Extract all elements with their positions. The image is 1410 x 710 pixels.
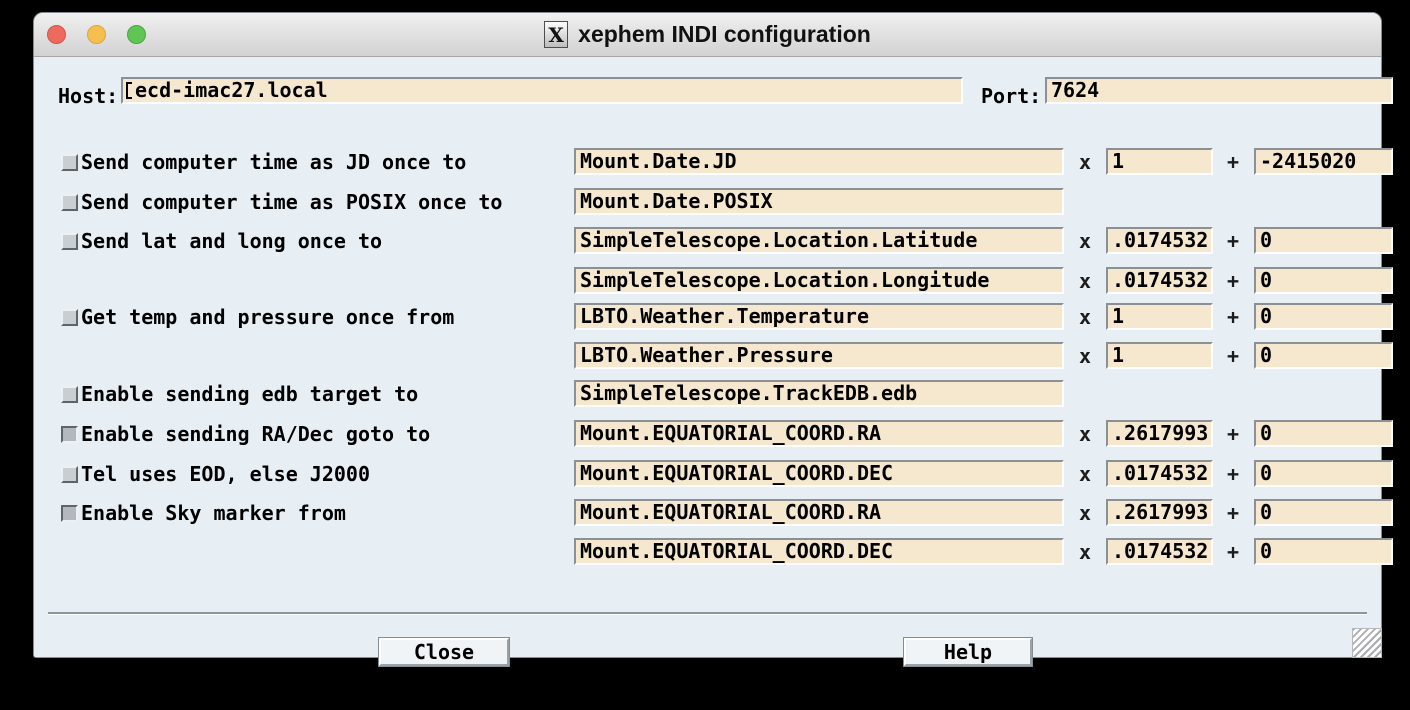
config-row-goto-dec: Tel uses EOD, else J2000 Mount.EQUATORIA… [34,460,1381,487]
row-label: Enable sending edb target to [81,380,418,409]
title-bar[interactable]: X xephem INDI configuration [34,13,1381,57]
indi-property-field[interactable]: SimpleTelescope.Location.Latitude [574,227,1064,254]
close-window-button[interactable] [47,25,66,44]
plus-label: + [1220,267,1246,296]
row-label: Enable sending RA/Dec goto to [81,420,430,449]
indi-property-field[interactable]: LBTO.Weather.Pressure [574,342,1064,369]
separator [48,612,1367,615]
row-label: Send lat and long once to [81,227,382,256]
plus-label: + [1220,420,1246,449]
scale-field[interactable]: .0174532 [1106,267,1213,294]
row-label: Enable Sky marker from [81,499,346,528]
indi-property-field[interactable]: LBTO.Weather.Temperature [574,303,1064,330]
x-logo-icon: X [544,21,568,48]
get-temp-pressure-checkbox[interactable] [61,309,78,326]
offset-field[interactable]: -2415020 [1254,148,1393,175]
offset-field[interactable]: 0 [1254,499,1393,526]
config-row-jd: Send computer time as JD once to Mount.D… [34,148,1381,175]
multiply-label: x [1072,460,1098,489]
offset-field[interactable]: 0 [1254,342,1393,369]
row-label: Get temp and pressure once from [81,303,454,332]
plus-label: + [1220,460,1246,489]
send-jd-checkbox[interactable] [61,154,78,171]
scale-field[interactable]: .2617993 [1106,420,1213,447]
config-row-temperature: Get temp and pressure once from LBTO.Wea… [34,303,1381,330]
row-label: Send computer time as POSIX once to [81,188,502,217]
indi-property-field[interactable]: SimpleTelescope.TrackEDB.edb [574,380,1064,407]
host-value: ecd-imac27.local [135,78,328,102]
sky-marker-checkbox[interactable] [61,505,78,522]
scale-field[interactable]: .0174532 [1106,227,1213,254]
window-title: xephem INDI configuration [578,21,871,48]
config-row-latitude: Send lat and long once to SimpleTelescop… [34,227,1381,254]
offset-field[interactable]: 0 [1254,538,1393,565]
port-label: Port: [981,83,1041,110]
plus-label: + [1220,148,1246,177]
port-input[interactable]: 7624 [1045,77,1393,104]
indi-property-field[interactable]: Mount.Date.POSIX [574,188,1064,215]
eod-j2000-checkbox[interactable] [61,466,78,483]
plus-label: + [1220,499,1246,528]
multiply-label: x [1072,267,1098,296]
scale-field[interactable]: .2617993 [1106,499,1213,526]
multiply-label: x [1072,148,1098,177]
multiply-label: x [1072,227,1098,256]
plus-label: + [1220,342,1246,371]
dialog-content: Host: ecd-imac27.local Port: 7624 Send c… [34,58,1381,657]
scale-field[interactable]: .0174532 [1106,460,1213,487]
config-row-goto-ra: Enable sending RA/Dec goto to Mount.EQUA… [34,420,1381,447]
scale-field[interactable]: 1 [1106,148,1213,175]
multiply-label: x [1072,303,1098,332]
config-row-edb: Enable sending edb target to SimpleTeles… [34,380,1381,407]
offset-field[interactable]: 0 [1254,460,1393,487]
indi-property-field[interactable]: Mount.EQUATORIAL_COORD.DEC [574,538,1064,565]
enable-goto-checkbox[interactable] [61,426,78,443]
scale-field[interactable]: 1 [1106,342,1213,369]
xephem-indi-config-window: X xephem INDI configuration Host: ecd-im… [33,12,1382,658]
help-button[interactable]: Help [904,638,1032,666]
config-row-longitude: SimpleTelescope.Location.Longitude x .01… [34,267,1381,294]
host-input[interactable]: ecd-imac27.local [121,77,963,104]
multiply-label: x [1072,499,1098,528]
indi-property-field[interactable]: Mount.EQUATORIAL_COORD.RA [574,420,1064,447]
plus-label: + [1220,538,1246,567]
plus-label: + [1220,227,1246,256]
multiply-label: x [1072,538,1098,567]
config-row-pressure: LBTO.Weather.Pressure x 1 + 0 [34,342,1381,369]
config-row-posix: Send computer time as POSIX once to Moun… [34,188,1381,215]
close-button[interactable]: Close [379,638,509,666]
send-posix-checkbox[interactable] [61,194,78,211]
offset-field[interactable]: 0 [1254,267,1393,294]
indi-property-field[interactable]: Mount.Date.JD [574,148,1064,175]
scale-field[interactable]: 1 [1106,303,1213,330]
row-label: Tel uses EOD, else J2000 [81,460,370,489]
multiply-label: x [1072,342,1098,371]
send-latlong-checkbox[interactable] [61,233,78,250]
zoom-window-button[interactable] [127,25,146,44]
plus-label: + [1220,303,1246,332]
multiply-label: x [1072,420,1098,449]
scale-field[interactable]: .0174532 [1106,538,1213,565]
indi-property-field[interactable]: Mount.EQUATORIAL_COORD.RA [574,499,1064,526]
resize-grip[interactable] [1352,628,1382,658]
host-label: Host: [58,83,118,110]
offset-field[interactable]: 0 [1254,420,1393,447]
row-label: Send computer time as JD once to [81,148,466,177]
indi-property-field[interactable]: SimpleTelescope.Location.Longitude [574,267,1064,294]
text-caret [126,82,128,99]
enable-edb-checkbox[interactable] [61,386,78,403]
host-port-row: Host: ecd-imac27.local Port: 7624 [34,83,1381,110]
offset-field[interactable]: 0 [1254,303,1393,330]
minimize-window-button[interactable] [87,25,106,44]
window-controls [47,25,146,44]
config-row-marker-ra: Enable Sky marker from Mount.EQUATORIAL_… [34,499,1381,526]
offset-field[interactable]: 0 [1254,227,1393,254]
indi-property-field[interactable]: Mount.EQUATORIAL_COORD.DEC [574,460,1064,487]
config-row-marker-dec: Mount.EQUATORIAL_COORD.DEC x .0174532 + … [34,538,1381,565]
